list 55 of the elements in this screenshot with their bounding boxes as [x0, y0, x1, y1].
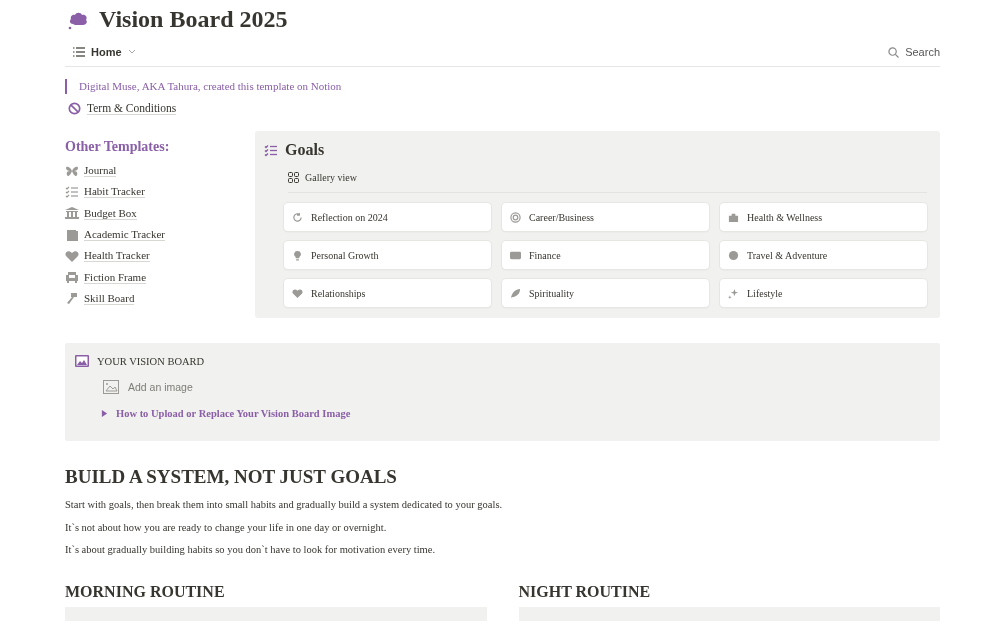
template-link[interactable]: Fiction Frame — [84, 270, 147, 284]
hammer-icon — [65, 292, 79, 305]
add-image-button[interactable]: Add an image — [103, 380, 193, 394]
checklist-icon — [65, 185, 79, 198]
goal-card[interactable]: Reflection on 2024 — [284, 203, 491, 231]
target-icon — [510, 211, 521, 223]
vision-board-title: YOUR VISION BOARD — [97, 355, 205, 367]
image-icon — [75, 355, 89, 367]
goal-card[interactable]: Finance — [502, 241, 709, 269]
paragraph: Start with goals, then break them into small habits and gradually build a system dedicated to your goals. — [65, 500, 504, 511]
gallery-view-tab[interactable]: Gallery view — [288, 172, 357, 183]
paragraph: It`s not about how you are ready to change your life in one day or overnight. — [65, 522, 388, 533]
quote: Digital Muse, AKA Tahura, created this template on Notion — [65, 79, 940, 94]
chevron-down-icon — [127, 49, 136, 55]
sofa-icon — [65, 271, 79, 284]
leaf-icon — [510, 287, 521, 299]
terms-link[interactable]: Term & Conditions — [87, 102, 177, 115]
goal-card[interactable]: Health & Wellness — [720, 203, 927, 231]
heart-icon — [292, 287, 303, 299]
refresh-icon — [292, 211, 303, 223]
goal-card[interactable]: Personal Growth — [284, 241, 491, 269]
image-icon — [103, 380, 119, 394]
routine-heading: NIGHT ROUTINE — [518, 582, 652, 601]
toggle-block[interactable]: How to Upload or Replace Your Vision Board Image — [101, 408, 351, 419]
triangle-icon — [101, 410, 108, 417]
template-link[interactable]: Habit Tracker — [84, 185, 145, 199]
goal-card[interactable]: Lifestyle — [720, 279, 927, 307]
section-heading: BUILD A SYSTEM, NOT JUST GOALS — [65, 466, 398, 488]
butterfly-icon — [65, 164, 79, 177]
templates-heading: Other Templates: — [65, 139, 171, 155]
bulb-icon — [292, 249, 303, 261]
goal-card[interactable]: Travel & Adventure — [720, 241, 927, 269]
list-icon — [73, 47, 85, 57]
page-title: Vision Board 2025 — [99, 5, 288, 33]
template-link[interactable]: Health Tracker — [84, 249, 150, 263]
grid-icon — [288, 172, 299, 183]
prohibited-icon — [68, 102, 81, 115]
goal-card[interactable]: Relationships — [284, 279, 491, 307]
goals-title: Goals — [285, 141, 325, 159]
paragraph: It`s about gradually building habits so you don`t have to look for motivation every time. — [65, 545, 437, 556]
template-link[interactable]: Academic Tracker — [84, 228, 165, 242]
routine-heading: MORNING ROUTINE — [65, 582, 226, 601]
template-link[interactable]: Journal — [84, 164, 117, 178]
goal-card[interactable]: Career/Business — [502, 203, 709, 231]
sparkle-icon — [728, 287, 739, 299]
card-icon — [510, 249, 521, 261]
template-link[interactable]: Budget Box — [84, 206, 137, 220]
bank-icon — [65, 207, 79, 220]
goal-card[interactable]: Spirituality — [502, 279, 709, 307]
view-selector[interactable]: Home — [73, 43, 136, 61]
template-link[interactable]: Skill Board — [84, 291, 135, 305]
heart-icon — [65, 249, 79, 262]
search-button[interactable]: Search — [888, 43, 940, 61]
checklist-icon — [264, 143, 278, 157]
search-icon — [888, 46, 900, 58]
